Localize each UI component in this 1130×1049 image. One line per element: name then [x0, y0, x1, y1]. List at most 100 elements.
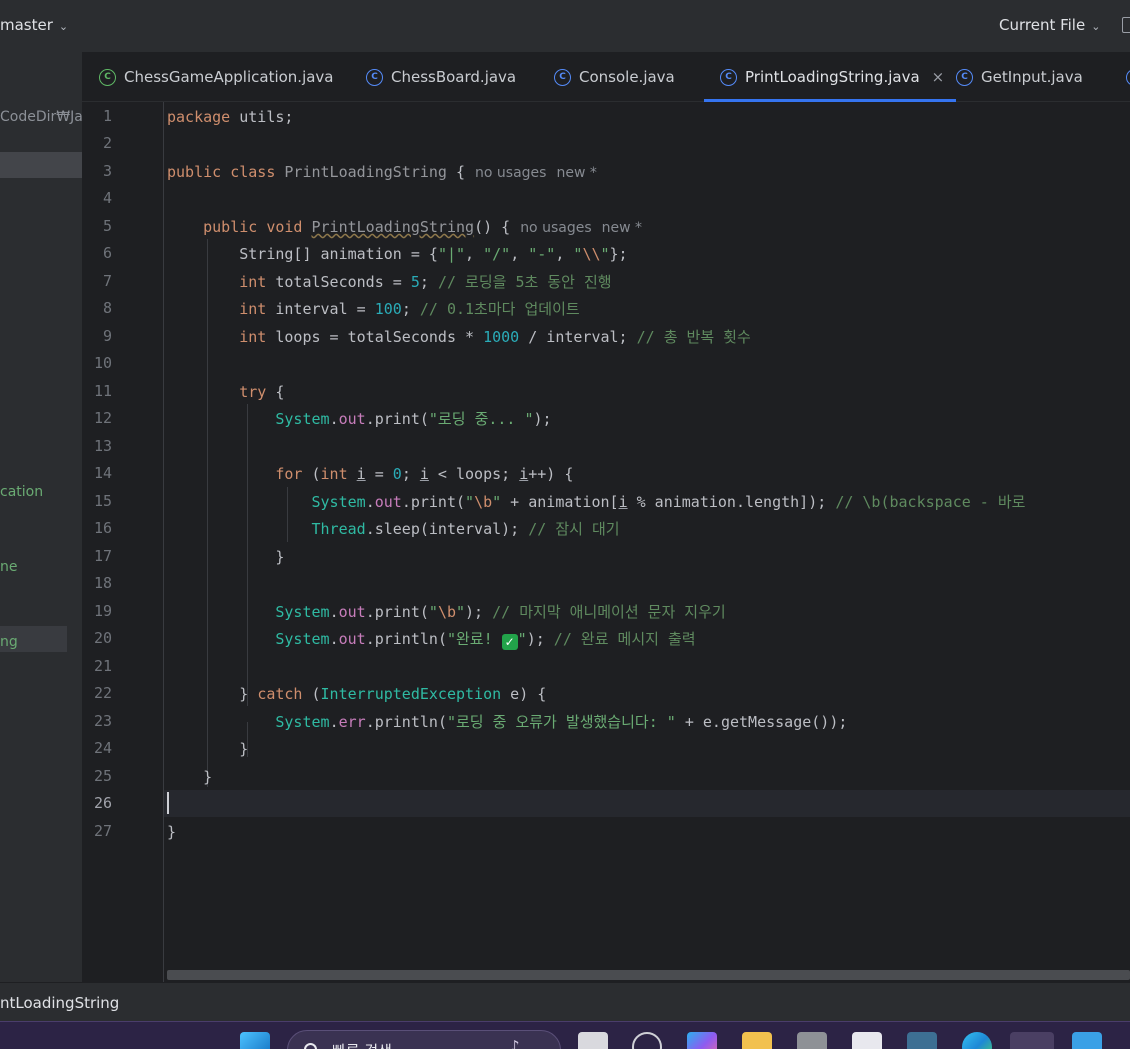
- code-text: ;: [419, 273, 438, 291]
- project-selected-row[interactable]: [0, 152, 82, 178]
- code-text: (: [437, 713, 447, 731]
- run-icon[interactable]: [1122, 17, 1130, 33]
- number-literal: 1000: [483, 328, 520, 346]
- project-tree-item[interactable]: ne: [0, 559, 18, 575]
- java-icon[interactable]: [1010, 1032, 1054, 1049]
- code-text: .: [365, 410, 375, 428]
- edge-icon[interactable]: [962, 1032, 992, 1049]
- run-config-label: Current File: [999, 16, 1086, 34]
- code-text: .: [401, 493, 411, 511]
- project-tree-item[interactable]: ng: [0, 634, 18, 650]
- class-name: PrintLoadingString: [284, 163, 447, 181]
- escape-sequence: \b: [437, 603, 456, 621]
- breadcrumb[interactable]: ntLoadingString: [0, 994, 119, 1012]
- code-text: ,: [465, 245, 484, 263]
- line-number: 19: [93, 602, 112, 620]
- loop-variable: i: [356, 465, 366, 483]
- keyword: public: [203, 218, 258, 236]
- class-ref: Thread: [311, 520, 366, 538]
- run-config-selector[interactable]: Current File ⌄: [999, 16, 1100, 34]
- string-literal: ": [456, 603, 466, 621]
- settings-icon[interactable]: [632, 1032, 662, 1049]
- method-call: getMessage: [720, 713, 812, 731]
- line-number-gutter[interactable]: 1 2 3 4 5 6 7 8 9 10 11 12 13 14 15 16 1…: [82, 102, 164, 982]
- code-text: (: [302, 465, 321, 483]
- new-hint[interactable]: new *: [556, 165, 596, 181]
- code-text: totalSeconds =: [266, 273, 411, 291]
- keyword: class: [230, 163, 276, 181]
- code-text: ;: [401, 300, 420, 318]
- code-text: (: [419, 603, 429, 621]
- class-ref: System: [275, 410, 330, 428]
- folder-icon[interactable]: [742, 1032, 772, 1049]
- code-line-19: System.out.print("\b"); // 마지막 애니메이션 문자 …: [167, 599, 725, 626]
- string-literal: "완료!: [446, 630, 502, 648]
- code-line-22: } catch (InterruptedException e) {: [167, 681, 546, 708]
- code-line-15: System.out.print("\b" + animation[i % an…: [167, 489, 1026, 516]
- code-line-23: System.err.println("로딩 중 오류가 발생했습니다: " +…: [167, 709, 847, 736]
- tab-label: ChessGameApplication.java: [124, 68, 334, 86]
- code-text: (: [456, 493, 466, 511]
- tab-getinput[interactable]: C GetInput.java: [956, 52, 1083, 102]
- usages-hint[interactable]: no usages: [475, 165, 546, 181]
- branch-selector[interactable]: master ⌄: [0, 16, 68, 34]
- project-tree-item[interactable]: cation: [0, 484, 43, 500]
- file-icon[interactable]: [578, 1032, 608, 1049]
- tab-chessboard[interactable]: C ChessBoard.java: [366, 52, 516, 102]
- store-icon[interactable]: [852, 1032, 882, 1049]
- keyword: int: [239, 328, 267, 346]
- class-icon: C: [366, 68, 383, 86]
- title-bar: master ⌄ Current File ⌄: [0, 0, 1130, 52]
- code-text: );: [526, 630, 554, 648]
- os-taskbar: 빠른 검색 ♪: [0, 1021, 1130, 1049]
- class-ref: System: [275, 630, 330, 648]
- tab-console[interactable]: C Console.java: [554, 52, 675, 102]
- line-number: 18: [93, 574, 112, 592]
- code-text: .: [329, 630, 339, 648]
- taskbar-search[interactable]: 빠른 검색 ♪: [287, 1030, 561, 1049]
- line-number: 10: [93, 354, 112, 372]
- copilot-icon[interactable]: [687, 1032, 717, 1049]
- windows-start-icon[interactable]: [240, 1032, 270, 1049]
- line-number: 8: [102, 299, 112, 317]
- code-text: {: [266, 383, 285, 401]
- line-number: 5: [102, 217, 112, 235]
- keyword: int: [239, 273, 267, 291]
- line-number: 6: [102, 244, 112, 262]
- keyword: try: [239, 383, 267, 401]
- comment: // \b(backspace - 바로: [835, 493, 1026, 511]
- class-icon: C: [554, 68, 571, 86]
- code-line-25: }: [167, 764, 212, 791]
- usages-hint[interactable]: no usages: [520, 220, 591, 236]
- mysql-icon[interactable]: [907, 1032, 937, 1049]
- string-literal: ": [492, 493, 502, 511]
- project-path: CodeDir₩Ja: [0, 109, 82, 125]
- field-ref: err: [338, 713, 366, 731]
- code-text: .: [329, 410, 339, 428]
- horizontal-scrollbar[interactable]: [167, 970, 1130, 980]
- code-text: .: [365, 520, 375, 538]
- new-hint[interactable]: new *: [602, 220, 642, 236]
- field-ref: out: [374, 493, 402, 511]
- code-editor[interactable]: package utils; public class PrintLoading…: [164, 102, 1130, 982]
- camera-icon[interactable]: [797, 1032, 827, 1049]
- code-line-16: Thread.sleep(interval); // 잠시 대기: [167, 516, 620, 543]
- tab-label: GetInput.java: [981, 68, 1083, 86]
- line-number: 22: [93, 684, 112, 702]
- tab-chessgameapplication[interactable]: C ChessGameApplication.java: [99, 52, 334, 102]
- tab-overflow[interactable]: C: [1126, 52, 1130, 102]
- calendar-icon[interactable]: [1072, 1032, 1102, 1049]
- code-text: loops = totalSeconds *: [266, 328, 484, 346]
- tab-printloadingstring[interactable]: C PrintLoadingString.java ×: [704, 52, 957, 102]
- status-bar: ntLoadingString: [0, 982, 1130, 1021]
- string-literal: "|": [437, 245, 466, 263]
- code-text: =: [365, 465, 393, 483]
- method-name: PrintLoadingString: [311, 218, 475, 236]
- search-placeholder: 빠른 검색: [332, 1040, 392, 1049]
- code-text: }: [239, 685, 258, 703]
- method-call: println: [374, 713, 438, 731]
- code-text: % animation.length]);: [627, 493, 836, 511]
- number-literal: 100: [374, 300, 402, 318]
- close-icon[interactable]: ×: [932, 68, 945, 86]
- code-text: .: [365, 603, 375, 621]
